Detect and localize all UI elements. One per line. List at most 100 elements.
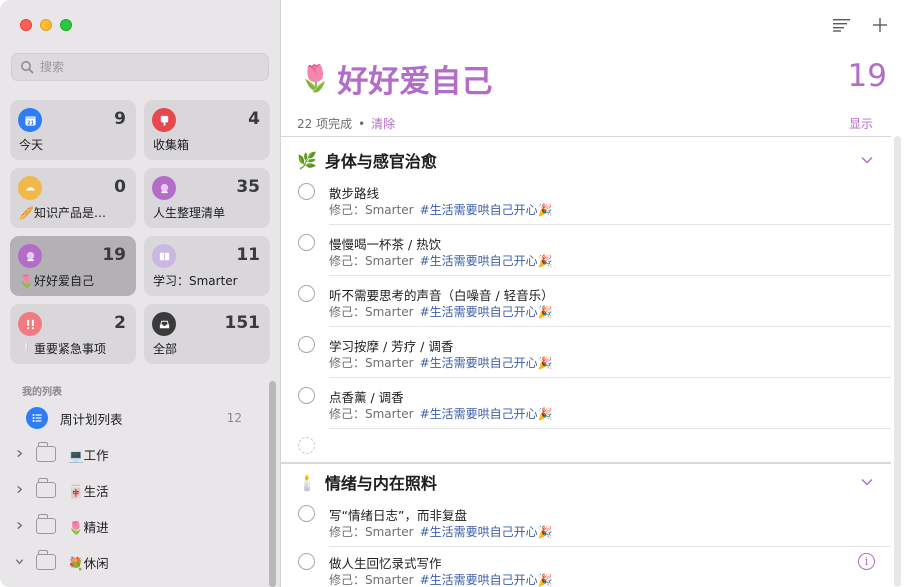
info-icon[interactable]: i bbox=[858, 553, 875, 570]
reminder-title[interactable]: 散步路线 bbox=[329, 183, 379, 202]
reminder-tag[interactable]: #生活需要哄自己开心🎉 bbox=[420, 356, 553, 370]
tray-icon bbox=[152, 312, 176, 336]
close-window-button[interactable] bbox=[20, 19, 32, 31]
search-field[interactable] bbox=[11, 53, 269, 81]
search-input[interactable] bbox=[40, 60, 240, 74]
reminder-tag[interactable]: #生活需要哄自己开心🎉 bbox=[420, 254, 553, 268]
list-title[interactable]: 好好爱自己 bbox=[337, 56, 492, 101]
tile-all[interactable]: 151 全部 bbox=[144, 304, 270, 364]
complete-checkbox[interactable] bbox=[298, 505, 315, 522]
reminder-row[interactable]: 写“情绪日志”，而非复盘 修己：Smarter #生活需要哄自己开心🎉 bbox=[281, 497, 891, 547]
tile-life-organize[interactable]: 35 人生整理清单 bbox=[144, 168, 270, 228]
reminder-row[interactable]: 学习按摩 / 芳疗 / 调香 修己：Smarter #生活需要哄自己开心🎉 bbox=[281, 328, 891, 378]
sidebar-item-work[interactable]: 💻工作 bbox=[0, 437, 268, 471]
note-text: 修己：Smarter bbox=[329, 573, 414, 587]
complete-checkbox[interactable] bbox=[298, 553, 315, 570]
reminder-row[interactable]: 散步路线 修己：Smarter #生活需要哄自己开心🎉 bbox=[281, 175, 891, 225]
sidebar-item-weekly-plan[interactable]: 周计划列表 12 bbox=[0, 401, 268, 435]
reminder-title[interactable]: 学习按摩 / 芳疗 / 调香 bbox=[329, 336, 453, 355]
tile-inbox[interactable]: 4 收集箱 bbox=[144, 100, 270, 160]
list-bullet-icon bbox=[26, 407, 48, 429]
reminder-title[interactable]: 点香薰 / 调香 bbox=[329, 387, 404, 406]
reminder-note: 修己：Smarter #生活需要哄自己开心🎉 bbox=[329, 523, 553, 540]
note-text: 修己：Smarter bbox=[329, 525, 414, 539]
herb-icon: 🌿 bbox=[297, 150, 317, 170]
clear-button[interactable]: 清除 bbox=[371, 115, 395, 132]
exclamation-icon bbox=[18, 312, 42, 336]
reminder-tag[interactable]: #生活需要哄自己开心🎉 bbox=[420, 525, 553, 539]
sidebar-item-life[interactable]: 🀄生活 bbox=[0, 473, 268, 507]
reminder-tag[interactable]: #生活需要哄自己开心🎉 bbox=[420, 305, 553, 319]
chevron-right-icon[interactable] bbox=[12, 448, 26, 461]
tile-knowledge-products[interactable]: 0 🥖知识产品是… bbox=[10, 168, 136, 228]
chevron-down-icon[interactable] bbox=[861, 474, 873, 490]
list-name: 💻工作 bbox=[68, 447, 109, 463]
reminder-note: 修己：Smarter #生活需要哄自己开心🎉 bbox=[329, 252, 553, 269]
section-title: 情绪与内在照料 bbox=[324, 474, 437, 493]
list-name: 💐休闲 bbox=[68, 555, 109, 571]
folder-icon bbox=[36, 550, 56, 570]
tile-label: 学习：Smarter bbox=[153, 274, 238, 288]
reminder-note: 修己：Smarter #生活需要哄自己开心🎉 bbox=[329, 571, 553, 587]
reminder-row[interactable]: 慢慢喝一杯茶 / 热饮 修己：Smarter #生活需要哄自己开心🎉 bbox=[281, 226, 891, 276]
page-title: 🌷 好好爱自己 bbox=[299, 56, 492, 101]
section-header[interactable]: 🕯️ 情绪与内在照料 bbox=[297, 470, 873, 494]
show-button[interactable]: 显示 bbox=[849, 115, 873, 132]
chevron-right-icon[interactable] bbox=[12, 484, 26, 497]
complete-checkbox[interactable] bbox=[298, 387, 315, 404]
list-name: 🀄生活 bbox=[68, 483, 109, 499]
reminder-row[interactable]: 点香薰 / 调香 修己：Smarter #生活需要哄自己开心🎉 bbox=[281, 379, 891, 429]
complete-checkbox[interactable] bbox=[298, 234, 315, 251]
maximize-window-button[interactable] bbox=[60, 19, 72, 31]
complete-checkbox[interactable] bbox=[298, 336, 315, 353]
tile-study-smarter[interactable]: 11 学习：Smarter bbox=[144, 236, 270, 296]
svg-text:21: 21 bbox=[26, 120, 34, 126]
note-text: 修己：Smarter bbox=[329, 203, 414, 217]
tile-label: 🌷好好爱自己 bbox=[19, 274, 94, 288]
reminder-tag[interactable]: #生活需要哄自己开心🎉 bbox=[420, 407, 553, 421]
reminder-note: 修己：Smarter #生活需要哄自己开心🎉 bbox=[329, 405, 553, 422]
reminders-window: 21 9 今天 4 收集箱 0 🥖知识产品是… bbox=[0, 0, 905, 587]
smart-lists: 21 9 今天 4 收集箱 0 🥖知识产品是… 35 人生整理清单 19 🌷好好… bbox=[10, 100, 270, 364]
chevron-down-icon[interactable] bbox=[12, 556, 26, 569]
tile-label: 🥖知识产品是… bbox=[19, 206, 106, 220]
sort-button[interactable] bbox=[831, 14, 853, 36]
sidebar-item-progress[interactable]: 🌷精进 bbox=[0, 509, 268, 543]
tile-count: 11 bbox=[236, 245, 260, 265]
tile-urgent[interactable]: 2 ❕重要紧急事项 bbox=[10, 304, 136, 364]
tile-today[interactable]: 21 9 今天 bbox=[10, 100, 136, 160]
search-icon bbox=[21, 61, 34, 74]
add-reminder-button[interactable] bbox=[869, 14, 891, 36]
reminder-title[interactable]: 做人生回忆录式写作 bbox=[329, 553, 442, 572]
list-name: 周计划列表 bbox=[60, 411, 123, 427]
reminder-title[interactable]: 听不需要思考的声音（白噪音 / 轻音乐） bbox=[329, 285, 554, 304]
section-title: 身体与感官治愈 bbox=[324, 152, 437, 171]
reminder-title[interactable]: 慢慢喝一杯茶 / 热饮 bbox=[329, 234, 441, 253]
folder-icon bbox=[36, 478, 56, 498]
tile-label: 今天 bbox=[19, 138, 44, 152]
section-header[interactable]: 🌿 身体与感官治愈 bbox=[297, 148, 873, 172]
chevron-right-icon[interactable] bbox=[12, 520, 26, 533]
note-text: 修己：Smarter bbox=[329, 407, 414, 421]
folder-icon bbox=[36, 514, 56, 534]
reminder-note: 修己：Smarter #生活需要哄自己开心🎉 bbox=[329, 354, 553, 371]
main-scrollbar[interactable] bbox=[894, 136, 901, 587]
list-detail: 🌷 好好爱自己 19 22 项完成 • 清除 显示 🌿 身体与感官治愈 散步路线… bbox=[281, 0, 905, 587]
minimize-window-button[interactable] bbox=[40, 19, 52, 31]
reminder-tag[interactable]: #生活需要哄自己开心🎉 bbox=[420, 573, 553, 587]
complete-checkbox[interactable] bbox=[298, 183, 315, 200]
tile-love-yourself[interactable]: 19 🌷好好爱自己 bbox=[10, 236, 136, 296]
reminder-row[interactable]: 做人生回忆录式写作 修己：Smarter #生活需要哄自己开心🎉 i bbox=[281, 545, 891, 587]
sidebar-item-leisure[interactable]: 💐休闲 bbox=[0, 545, 268, 579]
new-reminder-checkbox[interactable] bbox=[298, 437, 315, 454]
complete-checkbox[interactable] bbox=[298, 285, 315, 302]
sidebar-scrollbar[interactable] bbox=[269, 381, 276, 587]
reminder-row[interactable]: 听不需要思考的声音（白噪音 / 轻音乐） 修己：Smarter #生活需要哄自己开… bbox=[281, 277, 891, 327]
chevron-down-icon[interactable] bbox=[861, 152, 873, 168]
note-text: 修己：Smarter bbox=[329, 356, 414, 370]
new-reminder-row[interactable] bbox=[281, 429, 891, 459]
reminder-title[interactable]: 写“情绪日志”，而非复盘 bbox=[329, 505, 467, 524]
bread-icon bbox=[18, 176, 42, 200]
reminder-tag[interactable]: #生活需要哄自己开心🎉 bbox=[420, 203, 553, 217]
tile-count: 35 bbox=[236, 177, 260, 197]
